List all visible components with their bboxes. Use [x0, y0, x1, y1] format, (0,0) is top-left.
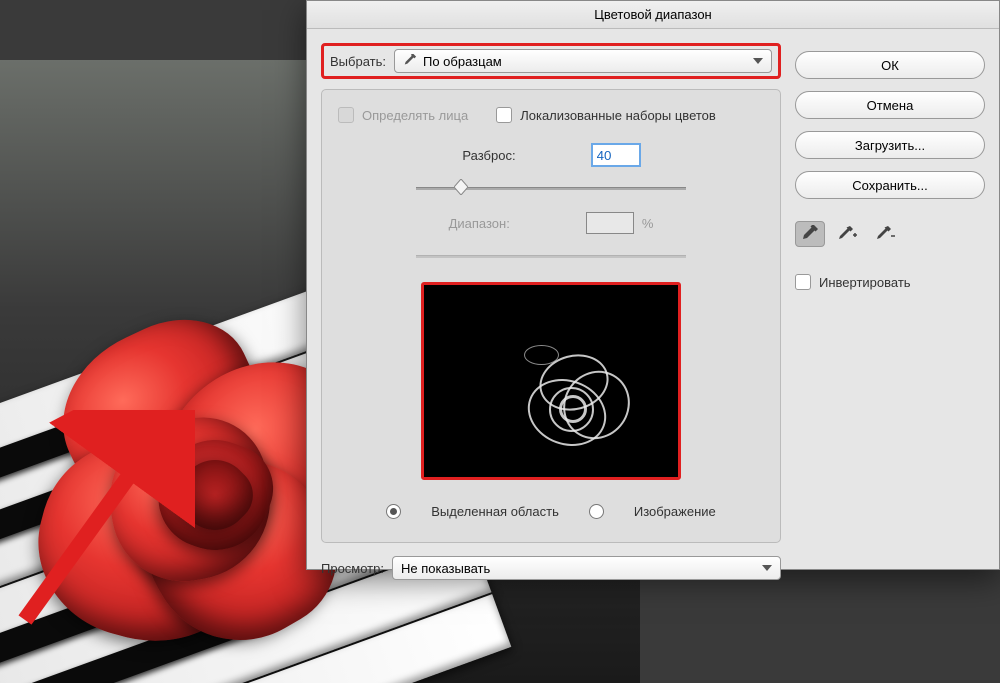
eyedropper-minus-icon — [876, 225, 896, 243]
preview-rose — [519, 345, 639, 455]
detect-faces-label: Определять лица — [362, 108, 468, 123]
fuzziness-slider[interactable] — [416, 180, 686, 198]
range-slider — [416, 248, 686, 266]
radio-selection-label: Выделенная область — [431, 504, 559, 519]
eyedropper-tool[interactable] — [795, 221, 825, 247]
fuzziness-input[interactable] — [592, 144, 640, 166]
range-input — [586, 212, 634, 234]
localized-label: Локализованные наборы цветов — [520, 108, 716, 123]
radio-selection[interactable] — [386, 504, 401, 519]
eyedropper-tools — [795, 221, 985, 247]
chevron-down-icon — [753, 58, 763, 64]
color-range-dialog: Цветовой диапазон Выбрать: По образцам — [306, 0, 1000, 570]
select-row-highlight: Выбрать: По образцам — [321, 43, 781, 79]
select-label: Выбрать: — [330, 54, 386, 69]
load-button[interactable]: Загрузить... — [795, 131, 985, 159]
preview-mode-dropdown[interactable]: Не показывать — [392, 556, 781, 580]
select-method-value: По образцам — [423, 54, 502, 69]
localized-checkbox[interactable] — [496, 107, 512, 123]
ok-button[interactable]: ОК — [795, 51, 985, 79]
eyedropper-icon — [403, 54, 417, 68]
save-button[interactable]: Сохранить... — [795, 171, 985, 199]
slider-thumb[interactable] — [454, 179, 468, 195]
options-panel: Определять лица Локализованные наборы цв… — [321, 89, 781, 543]
cancel-button[interactable]: Отмена — [795, 91, 985, 119]
range-label: Диапазон: — [449, 216, 510, 231]
detect-faces-checkbox — [338, 107, 354, 123]
select-method-dropdown[interactable]: По образцам — [394, 49, 772, 73]
radio-image-label: Изображение — [634, 504, 716, 519]
range-unit: % — [642, 216, 654, 231]
eyedropper-plus-icon — [838, 225, 858, 243]
chevron-down-icon — [762, 565, 772, 571]
preview-mode-value: Не показывать — [401, 561, 490, 576]
invert-checkbox[interactable] — [795, 274, 811, 290]
fuzziness-label: Разброс: — [462, 148, 515, 163]
canvas-area: Цветовой диапазон Выбрать: По образцам — [0, 0, 1000, 683]
dialog-title: Цветовой диапазон — [307, 1, 999, 29]
preview-label: Просмотр: — [321, 561, 384, 576]
radio-image[interactable] — [589, 504, 604, 519]
eyedropper-icon — [801, 225, 819, 243]
eyedropper-add-tool[interactable] — [833, 221, 863, 247]
eyedropper-subtract-tool[interactable] — [871, 221, 901, 247]
selection-preview[interactable] — [421, 282, 681, 480]
invert-label: Инвертировать — [819, 275, 911, 290]
